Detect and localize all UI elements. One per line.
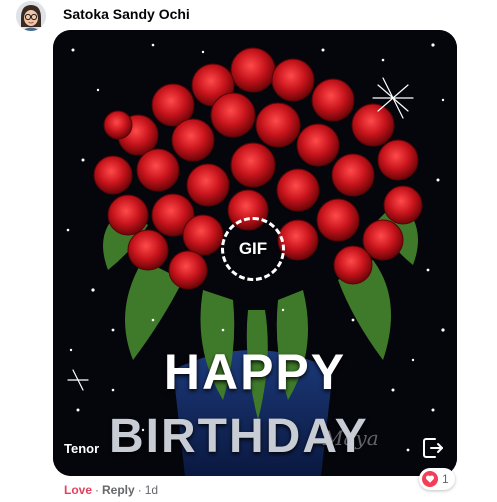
share-button[interactable] — [415, 430, 451, 466]
reaction-count-badge[interactable]: 1 — [419, 468, 455, 490]
memoji-avatar-icon — [16, 1, 46, 31]
gif-badge: GIF — [221, 217, 285, 281]
comment-actions: Love · Reply · 1d — [64, 483, 158, 497]
comment-timestamp[interactable]: 1d — [145, 483, 158, 497]
separator: · — [137, 483, 142, 497]
gif-attachment[interactable]: GIF HAPPY BIRTHDAY Maya Tenor — [53, 30, 457, 476]
gif-watermark: Maya — [323, 426, 379, 450]
separator: · — [95, 483, 100, 497]
love-reaction-link[interactable]: Love — [64, 483, 92, 497]
share-exit-icon — [423, 438, 443, 458]
reaction-count: 1 — [442, 472, 449, 486]
tenor-attribution[interactable]: Tenor — [64, 441, 99, 456]
comment-author-name[interactable]: Satoka Sandy Ochi — [63, 6, 190, 22]
reply-link[interactable]: Reply — [102, 483, 135, 497]
gif-headline-happy: HAPPY — [163, 344, 347, 400]
avatar[interactable] — [16, 1, 46, 31]
heart-icon — [422, 471, 438, 487]
